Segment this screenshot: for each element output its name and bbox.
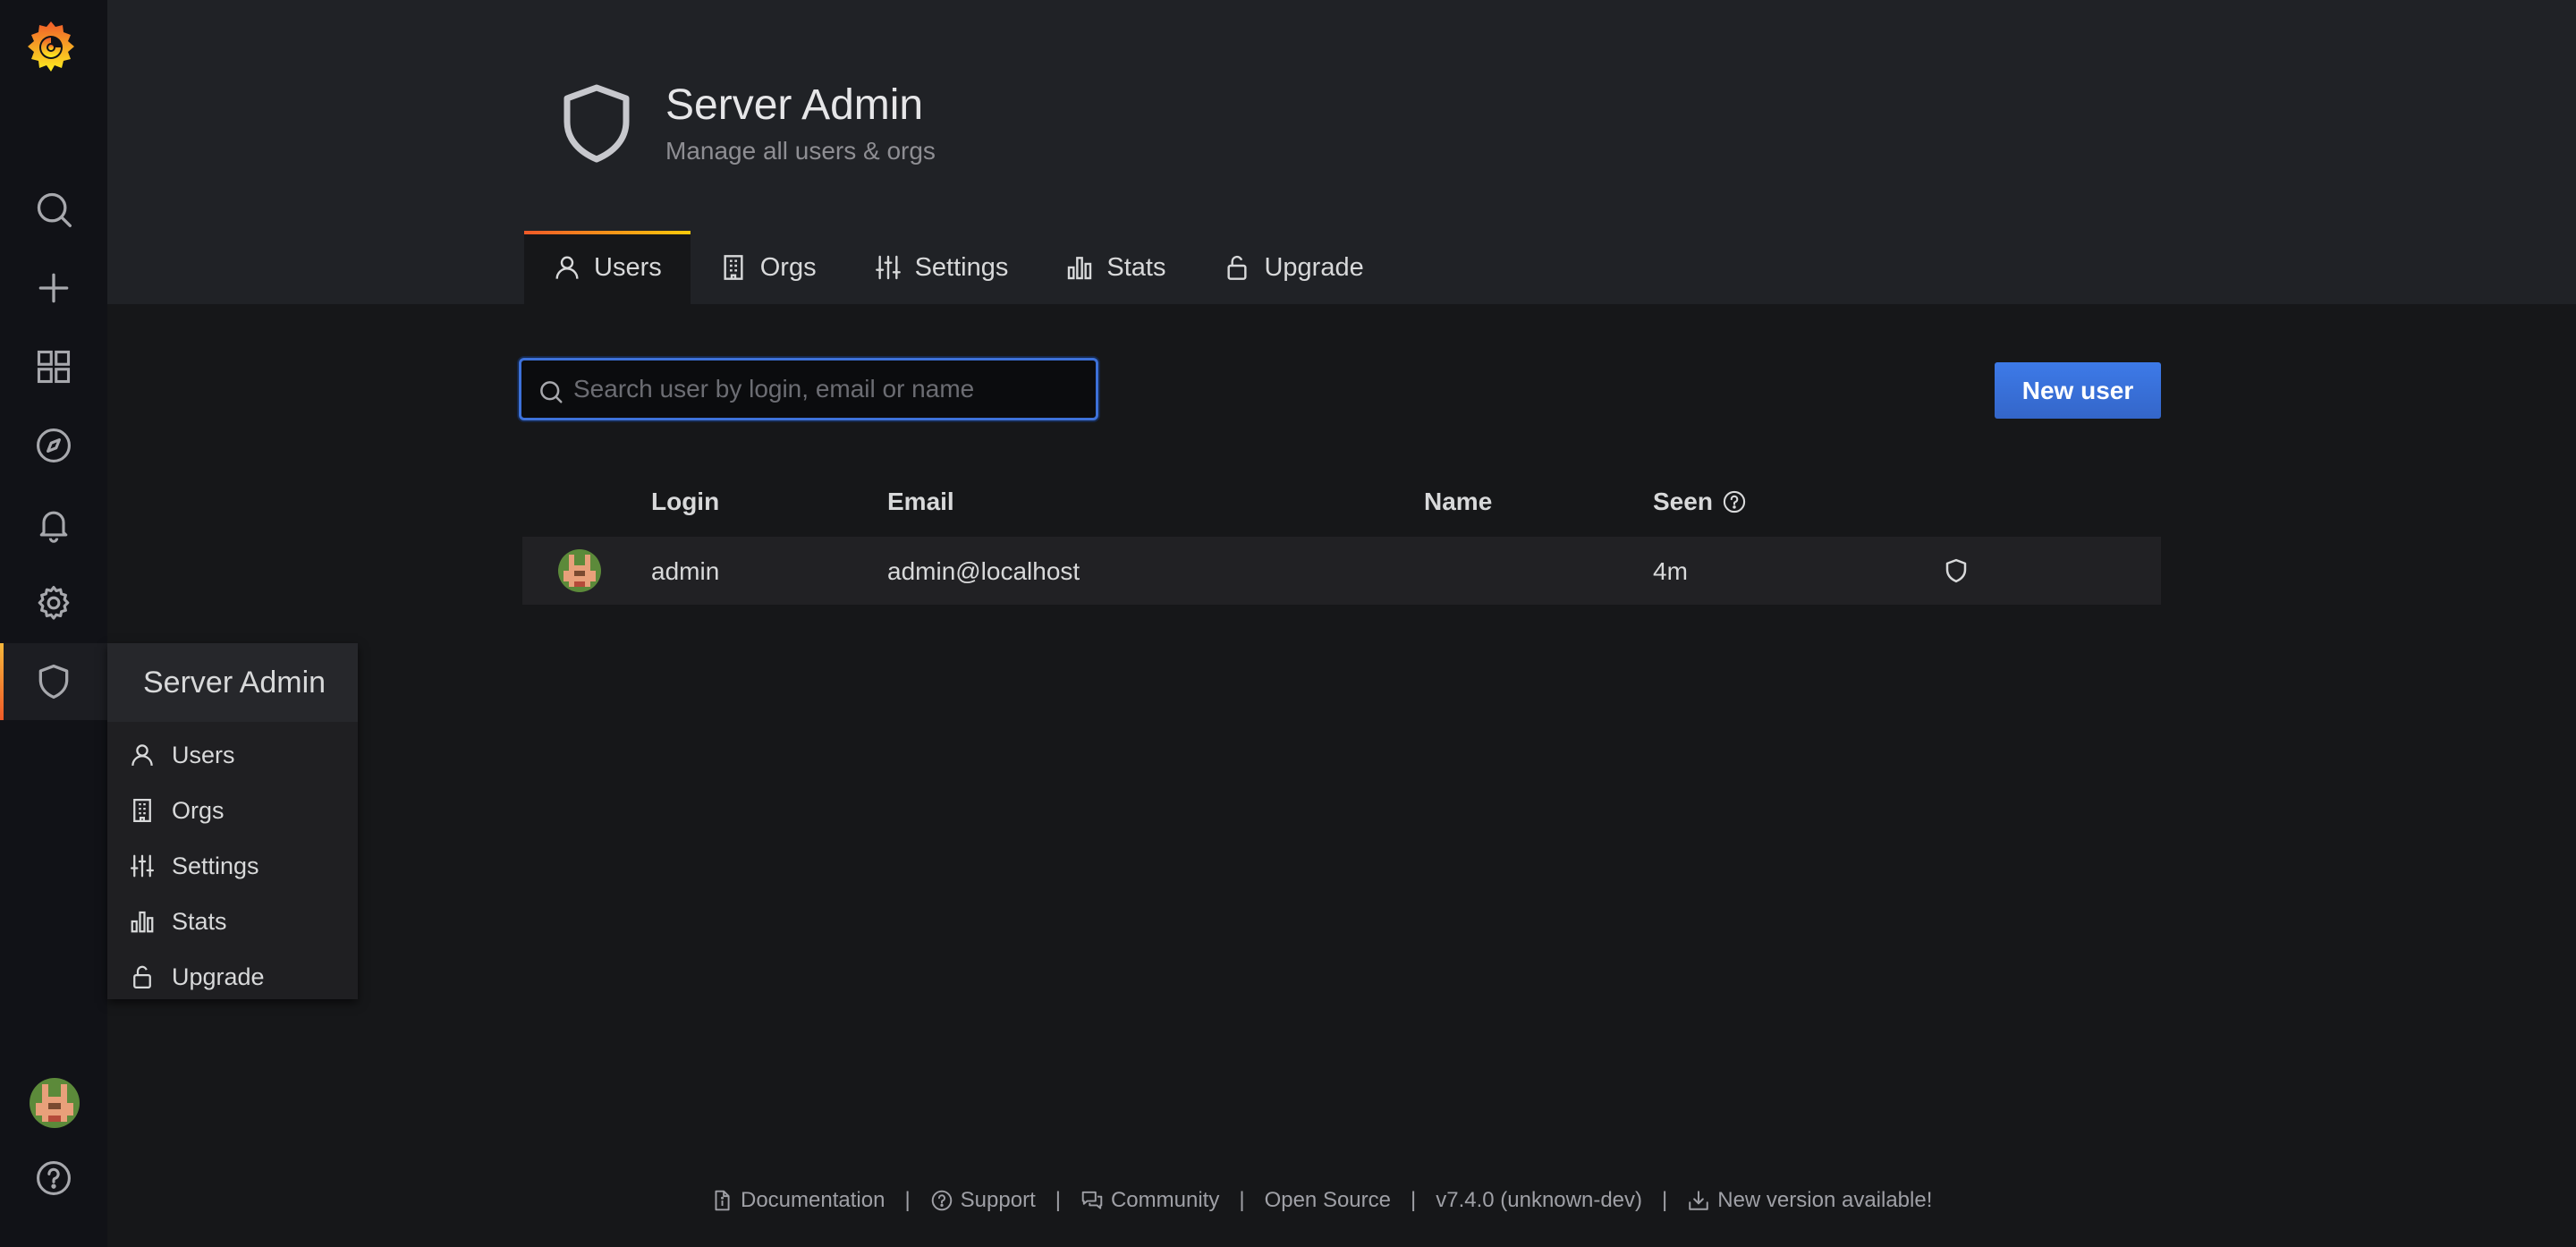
footer: Documentation | Support | Community | Op… — [710, 1184, 1932, 1217]
new-user-button[interactable]: New user — [1995, 362, 2161, 419]
avatar — [558, 549, 601, 592]
question-circle-icon — [931, 1190, 952, 1211]
footer-link-label: Documentation — [741, 1188, 886, 1212]
footer-link-open-source[interactable]: Open Source — [1265, 1188, 1391, 1213]
building-icon — [133, 799, 151, 822]
flyout-item-upgrade[interactable]: Upgrade — [107, 949, 358, 1005]
cell-email: admin@localhost — [887, 557, 1080, 585]
sidebar — [0, 0, 107, 1247]
server-admin-icon[interactable] — [0, 643, 107, 720]
flyout-item-label: Users — [172, 741, 235, 768]
footer-link-community[interactable]: Community — [1080, 1188, 1219, 1213]
column-header-seen: Seen — [1653, 488, 1747, 516]
user-icon — [131, 744, 153, 766]
tab-users[interactable]: Users — [524, 231, 691, 304]
footer-link-label: Support — [960, 1188, 1036, 1212]
footer-link-support[interactable]: Support — [930, 1188, 1036, 1213]
column-header-name: Name — [1424, 488, 1493, 515]
tab-label: Users — [594, 252, 662, 282]
flyout-item-stats[interactable]: Stats — [107, 894, 358, 949]
flyout-item-settings[interactable]: Settings — [107, 838, 358, 894]
sliders-icon — [131, 854, 154, 878]
tab-label: Orgs — [759, 252, 817, 282]
flyout-item-label: Stats — [172, 907, 227, 935]
server-admin-flyout-menu: Server Admin Users Orgs Settings Stats U… — [107, 643, 358, 999]
admin-shield-icon — [1943, 556, 1970, 585]
bar-chart-icon — [1068, 257, 1092, 280]
dashboards-icon[interactable] — [0, 328, 107, 405]
footer-link-documentation[interactable]: Documentation — [710, 1188, 885, 1213]
footer-separator: | — [1410, 1188, 1417, 1212]
footer-link-label: Community — [1110, 1188, 1220, 1212]
flyout-item-label: Orgs — [172, 796, 225, 824]
footer-separator: | — [904, 1188, 911, 1212]
shield-icon — [560, 82, 633, 165]
page-header: Server Admin Manage all users & orgs Use… — [107, 0, 2576, 304]
building-icon — [724, 255, 743, 280]
flyout-item-orgs[interactable]: Orgs — [107, 783, 358, 838]
tab-stats[interactable]: Stats — [1037, 231, 1194, 304]
flyout-item-label: Settings — [172, 852, 259, 879]
tab-orgs[interactable]: Orgs — [691, 231, 845, 304]
column-header-seen-label: Seen — [1653, 488, 1713, 515]
unlock-icon — [133, 965, 151, 988]
footer-separator: | — [1055, 1188, 1061, 1212]
document-info-icon — [715, 1190, 730, 1211]
cell-seen: 4m — [1653, 557, 1688, 585]
search-icon — [540, 381, 563, 403]
search-field[interactable] — [519, 358, 1098, 420]
explore-icon[interactable] — [0, 407, 107, 484]
flyout-item-label: Upgrade — [172, 963, 265, 990]
download-icon — [1689, 1191, 1708, 1210]
grafana-logo-icon[interactable] — [24, 18, 78, 75]
tab-bar: Users Orgs Settings Stats Upgrade — [524, 231, 1393, 304]
configuration-icon[interactable] — [0, 564, 107, 641]
tab-label: Stats — [1106, 252, 1166, 282]
comments-icon — [1081, 1191, 1103, 1209]
flyout-item-users[interactable]: Users — [107, 727, 358, 783]
search-icon[interactable] — [0, 171, 107, 248]
sliders-icon — [875, 255, 901, 280]
footer-link-label: Open Source — [1264, 1188, 1391, 1212]
avatar[interactable] — [30, 1078, 80, 1128]
column-header-email: Email — [887, 488, 954, 515]
help-icon[interactable] — [0, 1140, 107, 1217]
footer-separator: | — [1239, 1188, 1245, 1212]
tab-upgrade[interactable]: Upgrade — [1194, 231, 1392, 304]
plus-icon[interactable] — [0, 250, 107, 327]
tab-label: Upgrade — [1264, 252, 1364, 282]
page-title: Server Admin — [665, 81, 924, 129]
search-input[interactable] — [573, 361, 1083, 418]
footer-link-new-version[interactable]: New version available! — [1687, 1188, 1932, 1213]
alerting-icon[interactable] — [0, 486, 107, 563]
help-icon[interactable] — [1722, 489, 1747, 514]
tab-settings[interactable]: Settings — [845, 231, 1038, 304]
footer-separator: | — [1662, 1188, 1668, 1212]
footer-version: v7.4.0 (unknown-dev) — [1436, 1188, 1643, 1212]
unlock-icon — [1227, 255, 1248, 280]
tab-label: Settings — [914, 252, 1009, 282]
page-subtitle: Manage all users & orgs — [665, 137, 936, 165]
cell-login: admin — [651, 557, 720, 585]
column-header-login: Login — [651, 488, 720, 515]
footer-link-label: New version available! — [1717, 1188, 1933, 1212]
bar-chart-icon — [131, 911, 154, 933]
user-icon — [555, 256, 579, 279]
flyout-title[interactable]: Server Admin — [107, 643, 358, 722]
table-row[interactable]: admin admin@localhost 4m — [522, 537, 2161, 605]
